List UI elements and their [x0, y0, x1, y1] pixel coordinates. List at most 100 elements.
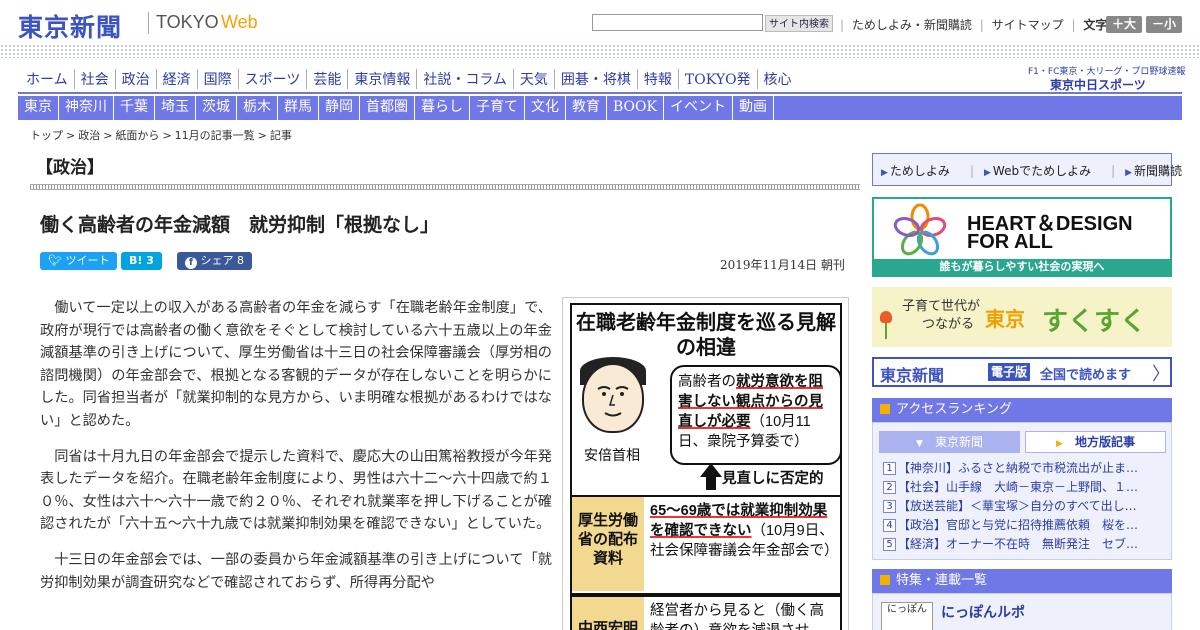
site-logo[interactable]: 東京新聞 — [18, 8, 122, 44]
nav-item[interactable]: 芸能 — [307, 69, 349, 89]
nav-item[interactable]: 核心 — [758, 69, 798, 89]
font-smaller-button[interactable]: －小 — [1146, 16, 1182, 33]
region-item[interactable]: 神奈川 — [59, 96, 114, 120]
ranking-item[interactable]: 1 【神奈川】ふるさと納税で市税流出が止ま… — [883, 459, 1165, 478]
nav-item[interactable]: スポーツ — [239, 69, 308, 89]
nav-item[interactable]: 特報 — [638, 69, 679, 89]
search-input[interactable] — [592, 14, 763, 31]
divider: | — [840, 18, 845, 32]
ranking-item[interactable]: 2 【社会】山手線 大崎－東京－上野間、１… — [883, 478, 1165, 497]
nav-item[interactable]: 社説・コラム — [417, 69, 514, 89]
region-item[interactable]: 埼玉 — [155, 96, 196, 120]
sports-link-line2[interactable]: 東京中日スポーツ — [1050, 76, 1146, 93]
digital-edition-banner[interactable]: 東京新聞 電子版 全国で読めます 〉 — [872, 357, 1172, 387]
special-thumbnail[interactable]: にっぽん — [881, 602, 933, 630]
nav-item[interactable]: 東京情報 — [348, 69, 418, 89]
region-item[interactable]: 文化 — [525, 96, 566, 120]
ranking-item[interactable]: 3 【放送芸能】＜華宝塚＞自分のすべて出し… — [883, 497, 1165, 516]
breadcrumb-current: 記事 — [269, 129, 292, 142]
rank-number: 2 — [883, 481, 896, 494]
ranking-tab-local-label: 地方版記事 — [1074, 435, 1135, 449]
hatena-button[interactable]: B! 3 — [121, 252, 162, 270]
link-sitemap[interactable]: サイトマップ — [992, 18, 1064, 32]
sukusuku-banner[interactable]: 子育て世代が つながる 東京 すくすく — [872, 287, 1172, 347]
region-item[interactable]: 教育 — [566, 96, 607, 120]
flower-logo-icon — [893, 203, 947, 256]
ed-badge: 電子版 — [988, 363, 1031, 381]
breadcrumb-sep: > — [162, 129, 172, 142]
region-item[interactable]: 栃木 — [237, 96, 278, 120]
nav-item[interactable]: 経済 — [157, 69, 198, 89]
paragraph: 十三日の年金部会では、一部の委員から年金減額基準の引き上げについて「就労抑制効果… — [40, 551, 552, 591]
region-item[interactable]: 動画 — [733, 96, 774, 120]
breadcrumb-sep: > — [103, 129, 113, 142]
row-text: 65～69歳では就業抑制効果を確認できない（10月9日、社会保障審議会年金部会で… — [650, 501, 839, 561]
tab-trial[interactable]: ▶ ためしよみ — [881, 164, 960, 178]
region-item[interactable]: 子育て — [470, 96, 525, 120]
article-body: 働いて一定以上の収入がある高齢者の年金を減らす「在職老齢年金制度」で、政府が現行… — [40, 297, 552, 607]
ranking-tab-tokyo[interactable]: ▼ 東京新聞 — [879, 431, 1020, 453]
site-header: 東京新聞 TOKYO Web サイト内検索 | ためしよみ・新聞購読 | サイト… — [0, 0, 1200, 48]
page: 東京新聞 TOKYO Web サイト内検索 | ためしよみ・新聞購読 | サイト… — [0, 0, 1200, 630]
pm-label: 安倍首相 — [584, 447, 640, 463]
ranking-tab-local[interactable]: ▶ 地方版記事 — [1025, 431, 1166, 453]
chevron-right-icon: 〉 — [1152, 364, 1170, 385]
nav-item[interactable]: 社会 — [75, 69, 116, 89]
sk-title: すくすく — [1042, 307, 1147, 337]
heart-design-banner[interactable]: HEART＆DESIGN FOR ALL 誰もが暮らしやすい社会の実現へ — [872, 197, 1172, 277]
twitter-icon: 🐦︎ — [48, 254, 66, 267]
main-nav: ホーム 社会 政治 経済 国際 スポーツ 芸能 東京情報 社説・コラム 天気 囲碁・将棋 特報 TOKY… — [20, 69, 798, 93]
region-item[interactable]: 千葉 — [114, 96, 155, 120]
rank-text: 【神奈川】ふるさと納税で市税流出が止ま… — [898, 461, 1139, 475]
tulip-stem — [885, 323, 887, 339]
tab-subscribe[interactable]: ▶ 新聞購読 — [1125, 164, 1192, 178]
region-item[interactable]: 静岡 — [319, 96, 360, 120]
ranking-item[interactable]: 5 【経済】オーナー不在時 無断発注 セブ… — [883, 535, 1165, 554]
nav-item[interactable]: 囲碁・将棋 — [555, 69, 638, 89]
region-item[interactable]: 茨城 — [196, 96, 237, 120]
special-item-link[interactable]: にっぽんルポ — [941, 602, 1025, 622]
tulip-icon — [880, 311, 892, 323]
article-figure[interactable]: 在職老齢年金制度を巡る見解の相違 安倍首相 高齢者の就労意欲を阻害しない観点から… — [562, 297, 849, 630]
tab-web-trial[interactable]: ▶ Webでためしよみ — [984, 164, 1101, 178]
nav-item[interactable]: 天気 — [514, 69, 555, 89]
nav-item[interactable]: 国際 — [198, 69, 239, 89]
sk-small1: 子育て世代が — [902, 299, 981, 314]
facebook-share-button[interactable]: f シェア 8 — [177, 252, 252, 270]
region-item[interactable]: 暮らし — [415, 96, 470, 120]
tweet-button[interactable]: 🐦︎ ツイート — [40, 252, 118, 270]
region-nav: 東京 神奈川 千葉 埼玉 茨城 栃木 群馬 静岡 首都圏 暮らし 子育て 文化 教育 BOOK イベント 動画 — [18, 96, 1182, 120]
region-item[interactable]: BOOK — [607, 96, 664, 120]
font-bigger-button[interactable]: ＋大 — [1106, 16, 1142, 33]
ranking-item[interactable]: 4 【政治】官邸と与党に招待推薦依頼 桜を… — [883, 516, 1165, 535]
search-button[interactable]: サイト内検索 — [765, 15, 833, 32]
divider: | — [979, 18, 984, 32]
region-item[interactable]: 群馬 — [278, 96, 319, 120]
link-subscribe[interactable]: ためしよみ・新聞購読 — [852, 18, 972, 32]
divider: | — [1111, 164, 1116, 178]
facebook-icon: f — [185, 257, 197, 269]
nav-item[interactable]: 政治 — [116, 69, 157, 89]
region-item[interactable]: 東京 — [18, 96, 59, 120]
region-item[interactable]: イベント — [664, 96, 733, 120]
row-head: 厚生労働省の配布資料 — [572, 497, 644, 591]
rank-text: 【社会】山手線 大崎－東京－上野間、１… — [898, 480, 1139, 494]
logo-web[interactable]: Web — [221, 12, 258, 33]
breadcrumb-politics[interactable]: 政治 — [78, 129, 100, 142]
breadcrumb-top[interactable]: トップ — [30, 129, 63, 142]
breadcrumb-paper[interactable]: 紙面から — [115, 129, 159, 142]
triangle-right-icon: ▶ — [881, 168, 888, 178]
nav-item[interactable]: TOKYO発 — [679, 69, 758, 89]
section-title: 【政治】 — [36, 158, 104, 178]
breadcrumb-month[interactable]: 11月の記事一覧 — [175, 129, 255, 142]
breadcrumb: トップ > 政治 > 紙面から >11月の記事一覧 > 記事 — [30, 127, 295, 143]
share-label: シェア 8 — [200, 254, 245, 267]
row-text: 経営者から見ると（働く高齢者の）意欲を減退させ — [650, 603, 824, 630]
nav-item[interactable]: ホーム — [20, 69, 75, 89]
up-arrow-icon — [700, 463, 722, 477]
square-bullet-icon — [880, 575, 890, 585]
logo-tokyo[interactable]: TOKYO — [156, 12, 219, 33]
square-bullet-icon — [880, 404, 890, 414]
region-item[interactable]: 首都圏 — [360, 96, 415, 120]
breadcrumb-sep: > — [66, 129, 76, 142]
